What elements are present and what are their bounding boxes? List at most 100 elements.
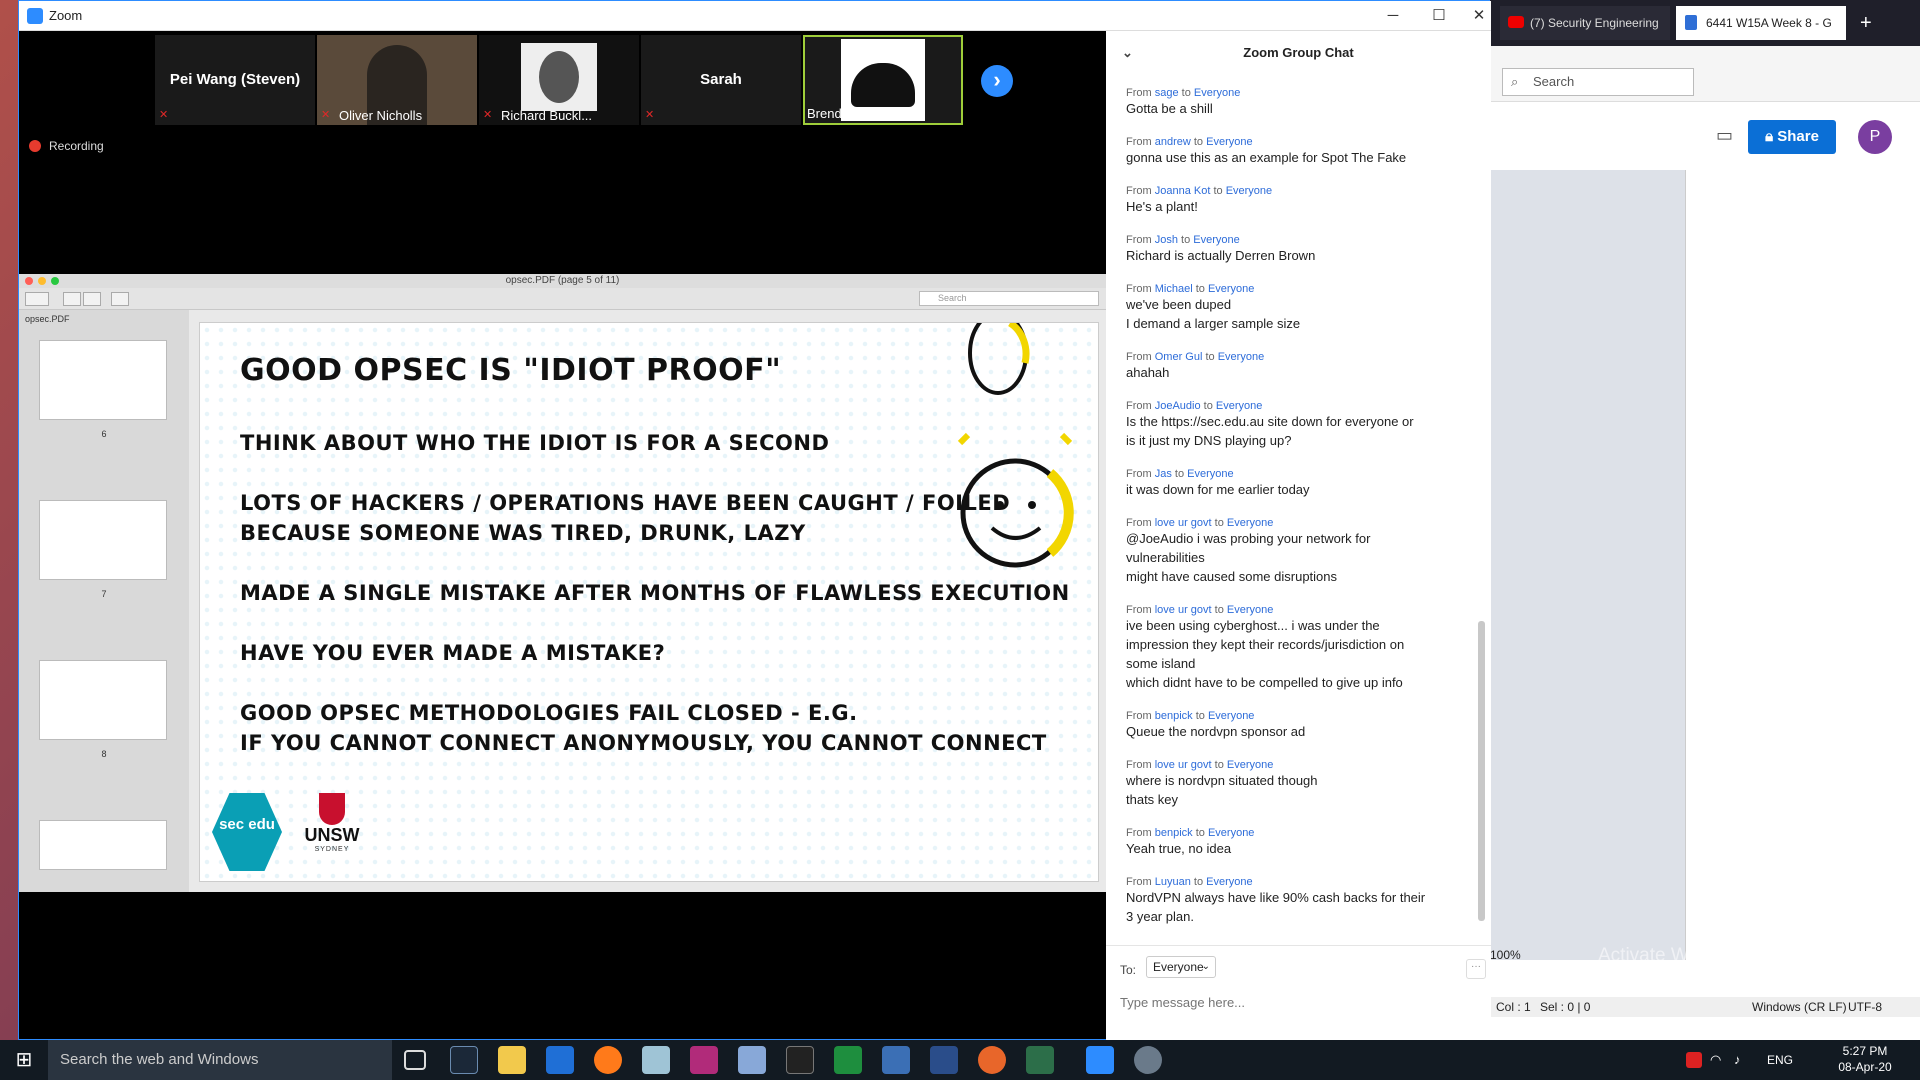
spreadsheet-icon[interactable]: [834, 1046, 862, 1074]
docs-icon: [1685, 15, 1697, 30]
page-thumbnail[interactable]: 6: [39, 340, 167, 439]
chat-message-header: From Josh to Everyone: [1126, 234, 1240, 246]
sender-name[interactable]: sage: [1155, 87, 1179, 99]
sender-name[interactable]: love ur govt: [1155, 759, 1212, 771]
participant-tile-active-speaker[interactable]: Brendan Hopper: [803, 35, 963, 125]
avatar[interactable]: P: [1858, 120, 1892, 154]
share-icon[interactable]: [111, 292, 129, 306]
browser-tab-youtube[interactable]: (7) Security Engineering: [1500, 6, 1670, 40]
participant-tile[interactable]: ✕ Richard Buckl...: [479, 35, 639, 125]
app-icon[interactable]: [1134, 1046, 1162, 1074]
page-thumbnail[interactable]: 8: [39, 660, 167, 759]
sender-name[interactable]: andrew: [1155, 136, 1191, 148]
chevron-down-icon[interactable]: ⌄: [1122, 31, 1133, 75]
pdf-toolbar: Search: [19, 288, 1106, 310]
chat-message-text: Yeah true, no idea: [1126, 841, 1232, 856]
chat-message-text: Gotta be a shill: [1126, 101, 1213, 116]
slide-line: THINK ABOUT WHO THE IDIOT IS FOR A SECON…: [240, 431, 830, 455]
chat-message: From love ur govt to Everyone ive been us…: [1126, 604, 1466, 692]
recipient-name: Everyone: [1207, 710, 1255, 722]
windows-start-button[interactable]: ⊞: [0, 1040, 48, 1080]
chat-message-input[interactable]: [1120, 991, 1470, 1013]
browser-search-input[interactable]: ⌕ Search: [1502, 68, 1694, 96]
page-thumbnail[interactable]: 7: [39, 500, 167, 599]
sender-name[interactable]: benpick: [1155, 827, 1193, 839]
taskbar-search-input[interactable]: Search the web and Windows: [48, 1040, 392, 1080]
chat-message: From Josh to Everyone Richard is actually…: [1126, 234, 1466, 265]
wifi-icon[interactable]: ◠: [1710, 1052, 1728, 1068]
firefox-icon[interactable]: [594, 1046, 622, 1074]
participant-tile[interactable]: Pei Wang (Steven) ✕: [155, 35, 315, 125]
recipient-dropdown[interactable]: Everyone ⌄: [1146, 956, 1216, 978]
chat-message: From Jas to Everyone it was down for me e…: [1126, 468, 1466, 499]
more-options-button[interactable]: ···: [1466, 959, 1486, 979]
recording-indicator[interactable]: Recording: [29, 139, 104, 153]
terminal-icon[interactable]: [786, 1046, 814, 1074]
sublime-icon[interactable]: [978, 1046, 1006, 1074]
pdf-thumbnail-sidebar: opsec.PDF 6 7 8: [19, 310, 189, 892]
steam-icon[interactable]: [450, 1046, 478, 1074]
to-label: To:: [1120, 963, 1137, 977]
sender-name[interactable]: Jas: [1155, 468, 1172, 480]
background-browser-window: (7) Security Engineering 6441 W15A Week …: [1490, 0, 1920, 1040]
next-participants-button[interactable]: ›: [981, 65, 1013, 97]
maximize-button[interactable]: ☐: [1419, 5, 1459, 27]
recipient-name: Everyone: [1193, 87, 1241, 99]
sender-name[interactable]: Michael: [1155, 283, 1193, 295]
sender-name[interactable]: Joanna Kot: [1155, 185, 1211, 197]
page-thumbnail[interactable]: [39, 820, 167, 870]
file-explorer-icon[interactable]: [498, 1046, 526, 1074]
record-icon: [29, 140, 41, 152]
muted-mic-icon: ✕: [321, 109, 331, 121]
chat-message-text: where is nordvpn situated though thats k…: [1126, 773, 1318, 807]
share-button[interactable]: 🔒︎ Share: [1748, 120, 1836, 154]
box-app-icon[interactable]: [738, 1046, 766, 1074]
input-language[interactable]: ENG: [1767, 1040, 1793, 1080]
docs-header: ▭: [1490, 103, 1920, 163]
visual-studio-icon[interactable]: [930, 1046, 958, 1074]
edge-icon[interactable]: [546, 1046, 574, 1074]
git-icon[interactable]: [1026, 1046, 1054, 1074]
sender-name[interactable]: JoeAudio: [1155, 400, 1201, 412]
new-tab-button[interactable]: +: [1852, 6, 1882, 40]
sender-name[interactable]: love ur govt: [1155, 517, 1212, 529]
zoom-in-icon[interactable]: [83, 292, 101, 306]
recipient-name: Everyone: [1225, 185, 1273, 197]
clock[interactable]: 5:27 PM 08-Apr-20: [1820, 1043, 1910, 1075]
chat-message: From andrew to Everyone gonna use this as…: [1126, 136, 1466, 167]
task-view-icon[interactable]: [404, 1050, 426, 1070]
zoom-taskbar-icon[interactable]: [1086, 1046, 1114, 1074]
doc-gray-panel: [1490, 170, 1685, 960]
participant-tile[interactable]: ✕ Oliver Nicholls: [317, 35, 477, 125]
recipient-name: Everyone: [1226, 759, 1274, 771]
pdf-title-bar: opsec.PDF (page 5 of 11): [19, 274, 1106, 288]
chat-message-header: From Joanna Kot to Everyone: [1126, 185, 1273, 197]
chat-panel: ⌄ Zoom Group Chat From sage to Everyone G…: [1106, 31, 1491, 1041]
chat-scrollbar[interactable]: [1478, 621, 1485, 921]
app-icon[interactable]: [642, 1046, 670, 1074]
sender-name[interactable]: benpick: [1155, 710, 1193, 722]
slide-line: BECAUSE SOMEONE WAS TIRED, DRUNK, LAZY: [240, 521, 806, 545]
tray-app-icon[interactable]: [1686, 1052, 1702, 1068]
sender-name[interactable]: Josh: [1155, 234, 1178, 246]
window-title: Zoom: [49, 8, 83, 23]
slide-line: MADE A SINGLE MISTAKE AFTER MONTHS OF FL…: [240, 581, 1070, 605]
sender-name[interactable]: Luyuan: [1155, 876, 1191, 888]
sender-name[interactable]: Omer Gul: [1155, 351, 1203, 363]
chat-message-text: Is the https://sec.edu.au site down for …: [1126, 414, 1414, 448]
chat-message-header: From sage to Everyone: [1126, 87, 1241, 99]
comment-icon[interactable]: ▭: [1716, 125, 1740, 145]
close-button[interactable]: ✕: [1459, 5, 1499, 27]
volume-icon[interactable]: ♪: [1734, 1052, 1752, 1068]
minimize-button[interactable]: ─: [1373, 5, 1413, 27]
jetbrains-icon[interactable]: [690, 1046, 718, 1074]
chat-message-text: Richard is actually Derren Brown: [1126, 248, 1316, 263]
network-app-icon[interactable]: [882, 1046, 910, 1074]
participant-tile[interactable]: Sarah ✕: [641, 35, 801, 125]
browser-tab-docs[interactable]: 6441 W15A Week 8 - G: [1676, 6, 1846, 40]
chat-message-text: we've been duped I demand a larger sampl…: [1126, 297, 1301, 331]
pdf-search-input[interactable]: Search: [919, 291, 1099, 306]
sidebar-toggle-icon[interactable]: [25, 292, 49, 306]
zoom-out-icon[interactable]: [63, 292, 81, 306]
sender-name[interactable]: love ur govt: [1155, 604, 1212, 616]
